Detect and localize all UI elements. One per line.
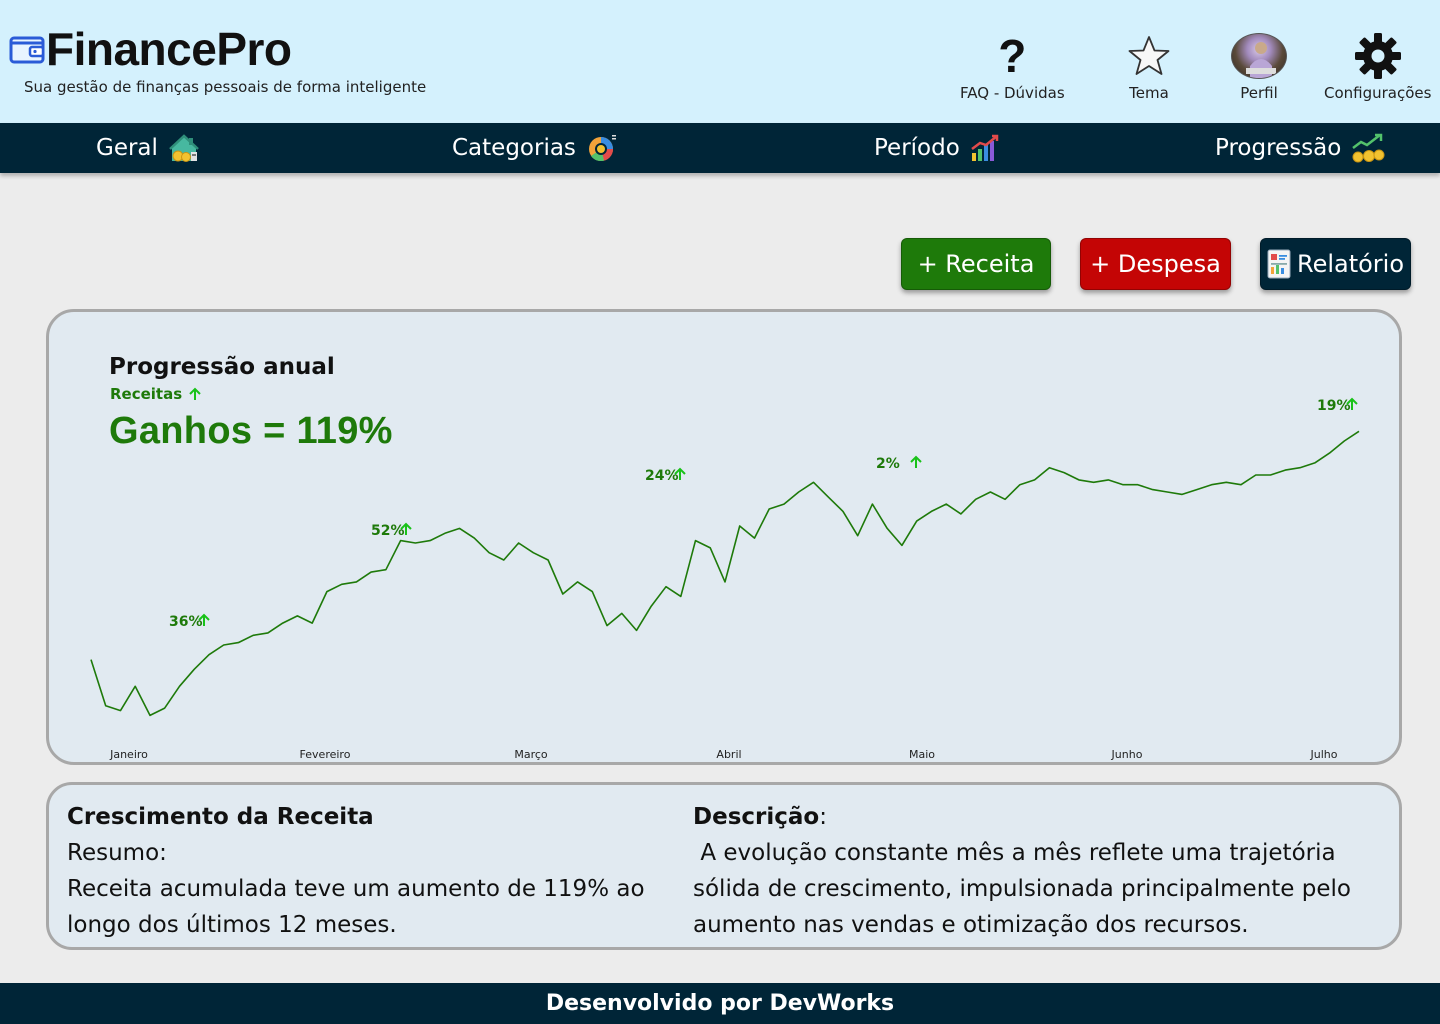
x-tick-label: Janeiro <box>109 748 148 761</box>
add-despesa-button[interactable]: + Despesa <box>1080 238 1231 290</box>
theme-label: Tema <box>1129 84 1169 102</box>
summary-left-title: Crescimento da Receita <box>67 804 374 830</box>
summary-right-heading: Descrição: <box>693 799 1393 835</box>
app-header: FinancePro Sua gestão de finanças pessoa… <box>0 0 1440 123</box>
settings-button[interactable]: Configurações <box>1324 30 1431 102</box>
profile-button[interactable]: Perfil <box>1231 30 1287 102</box>
summary-right-text: A evolução constante mês a mês reflete u… <box>693 840 1359 938</box>
data-label: 36% <box>169 614 203 630</box>
summary-left: Crescimento da Receita Resumo: Receita a… <box>67 799 677 943</box>
faq-label: FAQ - Dúvidas <box>960 84 1065 102</box>
data-label: 19% <box>1317 398 1351 414</box>
house-money-icon <box>169 134 199 162</box>
chart-title: Progressão anual <box>109 354 335 380</box>
x-tick-label: Fevereiro <box>300 748 351 761</box>
x-tick-label: Julho <box>1310 748 1338 761</box>
profile-label: Perfil <box>1240 84 1278 102</box>
x-tick-label: Março <box>514 748 548 761</box>
brand[interactable]: FinancePro <box>8 24 292 74</box>
summary-left-label: Resumo: <box>67 840 167 866</box>
data-label: 2% <box>876 456 900 472</box>
nav-geral-label: Geral <box>96 135 158 161</box>
faq-button[interactable]: ? FAQ - Dúvidas <box>960 30 1065 102</box>
chart-headline: Ganhos = 119% <box>109 410 393 452</box>
star-icon <box>1128 36 1170 75</box>
theme-button[interactable]: Tema <box>1127 30 1171 102</box>
summary-right-title: Descrição <box>693 804 820 830</box>
chart-subtitle: Receitas <box>110 385 202 403</box>
x-tick-label: Junho <box>1111 748 1143 761</box>
nav-periodo-label: Período <box>874 135 960 161</box>
nav-progressao-label: Progressão <box>1215 135 1342 161</box>
summary-card: Crescimento da Receita Resumo: Receita a… <box>46 782 1402 950</box>
arrow-up-icon <box>910 455 922 468</box>
main-nav: Geral Categorias Período Progressão <box>0 123 1440 173</box>
bar-chart-icon <box>971 134 999 161</box>
chart-card: Janeiro Fevereiro Março Abril Maio Junho Julho… <box>46 309 1402 765</box>
app-tagline: Sua gestão de finanças pessoais de forma… <box>24 78 427 96</box>
avatar <box>1231 33 1287 79</box>
series-line <box>90 430 1360 717</box>
data-label: 24% <box>645 468 679 484</box>
growth-coins-icon <box>1352 133 1385 163</box>
nav-progressao[interactable]: Progressão <box>1215 123 1385 173</box>
relatorio-label: Relatório <box>1296 250 1405 278</box>
summary-right-colon: : <box>819 804 827 830</box>
pie-chart-icon <box>588 135 616 162</box>
nav-categorias[interactable]: Categorias <box>452 123 618 173</box>
nav-geral[interactable]: Geral <box>96 123 200 173</box>
data-label: 52% <box>371 523 405 539</box>
add-receita-button[interactable]: + Receita <box>901 238 1051 290</box>
arrow-up-icon <box>189 387 201 400</box>
summary-right: Descrição: A evolução constante mês a mê… <box>693 799 1393 943</box>
settings-label: Configurações <box>1324 84 1432 102</box>
footer: Desenvolvido por DevWorks <box>0 983 1440 1024</box>
relatorio-button[interactable]: Relatório <box>1260 238 1411 290</box>
gear-icon <box>1354 33 1401 79</box>
chart-subtitle-label: Receitas <box>110 385 183 403</box>
question-icon: ? <box>998 30 1027 82</box>
nav-categorias-label: Categorias <box>452 135 576 161</box>
report-icon <box>1267 249 1291 279</box>
summary-left-text: Receita acumulada teve um aumento de 119… <box>67 876 645 938</box>
nav-periodo[interactable]: Período <box>874 123 1000 173</box>
x-tick-label: Maio <box>909 748 935 761</box>
wallet-icon <box>9 36 45 64</box>
app-name: FinancePro <box>46 23 292 75</box>
x-tick-label: Abril <box>716 748 741 761</box>
